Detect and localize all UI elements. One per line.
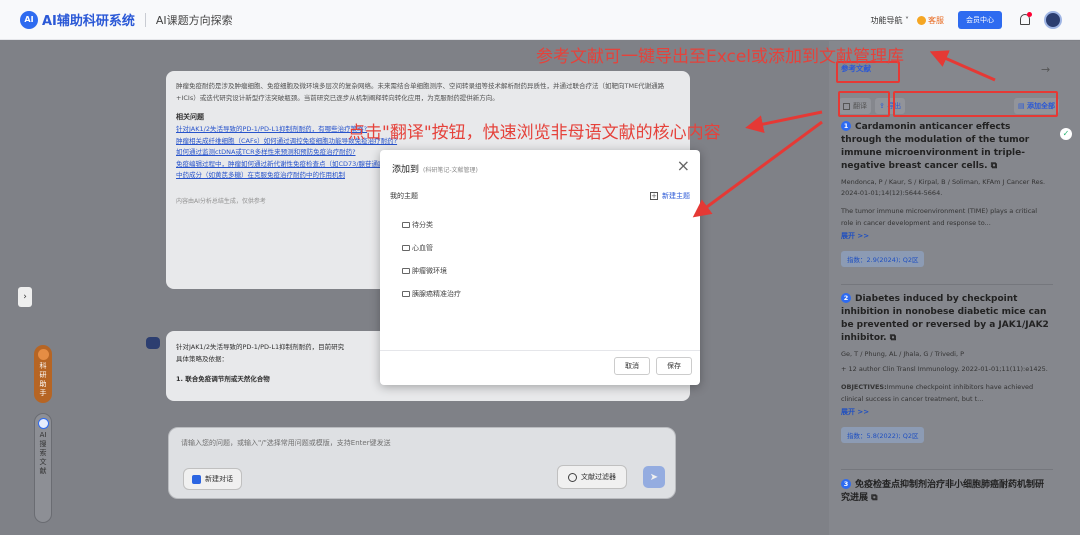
arrow-to-translate-note <box>745 110 823 134</box>
arrow-to-export <box>929 50 996 82</box>
arrow-to-dialog <box>692 120 823 218</box>
annotation-arrows <box>692 50 996 218</box>
